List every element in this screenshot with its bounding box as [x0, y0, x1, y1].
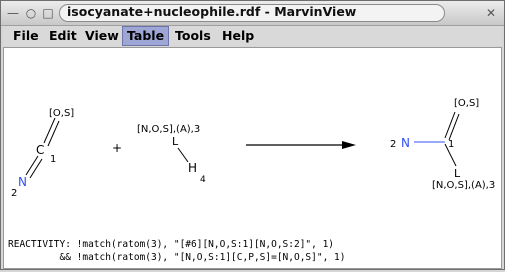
reactivity-line-2: && !match(ratom(3), "[N,O,S:1][C,P,S]=[N…	[8, 252, 346, 263]
product-atom-nos-a3: [N,O,S],(A),3	[432, 180, 495, 191]
atom-h: H	[188, 161, 197, 175]
atom-nos-a3: [N,O,S],(A),3	[137, 124, 200, 135]
product-bond-c-o-double	[448, 113, 460, 141]
map-number-4: 4	[200, 175, 206, 185]
window-title: isocyanate+nucleophile.rdf - MarvinView	[67, 4, 357, 19]
bond-c-n-double	[29, 158, 43, 179]
atom-l: L	[172, 135, 179, 148]
menu-help[interactable]: Help	[218, 27, 258, 45]
product-map-1: 1	[448, 139, 454, 150]
map-number-2: 2	[11, 188, 17, 199]
title-bar: — ○ □ isocyanate+nucleophile.rdf - Marvi…	[1, 1, 504, 26]
maximize-icon[interactable]: □	[41, 6, 55, 20]
menu-table[interactable]: Table	[122, 26, 170, 46]
product-atom-o-s: [O,S]	[454, 98, 479, 109]
product-map-2: 2	[390, 139, 396, 150]
bond-c-n	[25, 155, 39, 176]
reaction-drawing: [O,S] C 1 N 2 + [N,O,S],(A),3 L H 4 [O,S…	[11, 98, 495, 199]
atom-o-s: [O,S]	[49, 108, 74, 119]
marvinview-window: — ○ □ isocyanate+nucleophile.rdf - Marvi…	[0, 0, 505, 270]
atom-n: N	[18, 175, 27, 189]
product: [O,S] 2 N 1 L [N,O,S],(A),3	[390, 98, 495, 191]
map-number-1: 1	[50, 154, 56, 165]
menu-bar: File Edit View Table Tools Help	[3, 26, 502, 46]
reactant-isocyanate: [O,S] C 1 N 2	[11, 108, 74, 199]
product-atom-l: L	[454, 167, 461, 180]
menu-file[interactable]: File	[9, 27, 43, 45]
minimize-icon[interactable]: ○	[24, 6, 38, 20]
bond-c-o-double	[47, 120, 60, 147]
plus-sign: +	[112, 141, 122, 155]
arrow-head	[342, 141, 356, 149]
menu-view[interactable]: View	[81, 27, 123, 45]
bond-l-h	[177, 147, 189, 163]
atom-c: C	[36, 143, 44, 157]
product-bond-c-o	[444, 111, 456, 139]
bond-c-o	[43, 117, 56, 144]
reactant-nucleophile: [N,O,S],(A),3 L H 4	[137, 124, 206, 185]
reaction-canvas[interactable]: [O,S] C 1 N 2 + [N,O,S],(A),3 L H 4 [O,S…	[3, 47, 502, 269]
menu-edit[interactable]: Edit	[45, 27, 81, 45]
window-menu-icon[interactable]: —	[6, 6, 20, 20]
menu-tools[interactable]: Tools	[171, 27, 215, 45]
reaction-arrow	[246, 141, 356, 149]
reactivity-line-1: REACTIVITY: !match(ratom(3), "[#6][N,O,S…	[8, 239, 335, 250]
close-icon[interactable]: ✕	[484, 6, 498, 20]
product-atom-n: N	[401, 136, 410, 150]
